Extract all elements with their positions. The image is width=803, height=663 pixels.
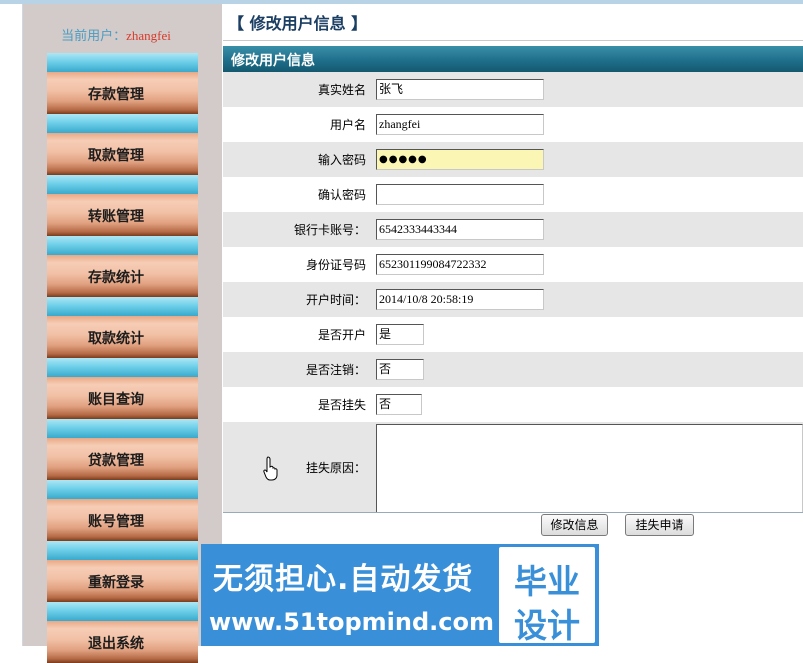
password-input[interactable]: ●●●●● (376, 149, 544, 170)
row-id-number: 身份证号码 652301199084722332 (223, 247, 803, 282)
confirm-password-label: 确认密码 (317, 188, 366, 202)
row-real-name: 真实姓名 张飞 (223, 72, 803, 107)
sidebar-item-label: 退出系统 (88, 636, 144, 652)
sidebar-item-label: 取款统计 (88, 331, 144, 347)
bank-card-input[interactable]: 6542333443344 (376, 219, 544, 240)
section-header: 修改用户信息 (223, 46, 803, 72)
sidebar-item-loan-management[interactable]: 贷款管理 (47, 419, 198, 480)
sidebar-item-label: 存款管理 (88, 87, 144, 103)
open-time-input[interactable]: 2014/10/8 20:58:19 (376, 289, 544, 310)
current-user-name: zhangfei (126, 28, 171, 43)
left-gutter (0, 4, 23, 646)
sidebar-item-label: 账号管理 (88, 514, 144, 530)
is-cancelled-label: 是否注销： (305, 363, 366, 377)
sidebar-item-label: 取款管理 (88, 148, 144, 164)
watermark-badge-line1: 毕业 (514, 562, 580, 601)
password-label: 输入密码 (317, 153, 366, 167)
real-name-label: 真实姓名 (317, 83, 366, 97)
row-bank-card: 银行卡账号： 6542333443344 (223, 212, 803, 247)
sidebar-item-deposit-management[interactable]: 存款管理 (47, 53, 198, 114)
is-reported-lost-label: 是否挂失 (317, 398, 366, 412)
section-header-label: 修改用户信息 (231, 53, 315, 69)
sidebar-item-withdraw-statistics[interactable]: 取款统计 (47, 297, 198, 358)
watermark-line1: 无须担心.自动发货 (213, 562, 474, 597)
is-cancelled-input[interactable]: 否 (376, 359, 424, 380)
current-user: 当前用户：zhangfei (23, 25, 209, 44)
sidebar-item-label: 存款统计 (88, 270, 144, 286)
sidebar-item-deposit-statistics[interactable]: 存款统计 (47, 236, 198, 297)
id-number-label: 身份证号码 (305, 258, 366, 272)
sidebar-item-account-management[interactable]: 账号管理 (47, 480, 198, 541)
watermark-badge-line2: 设计 (514, 606, 580, 645)
page-title: 【 修改用户信息 】 (228, 14, 368, 33)
sidebar-item-account-query[interactable]: 账目查询 (47, 358, 198, 419)
open-time-label: 开户时间： (305, 293, 366, 307)
id-number-input[interactable]: 652301199084722332 (376, 254, 544, 275)
bank-card-label: 银行卡账号： (293, 223, 366, 237)
watermark-badge: 毕业 设计 (499, 547, 595, 645)
hand-cursor-icon (263, 456, 278, 481)
loss-reason-label: 挂失原因： (305, 460, 366, 475)
modify-info-button[interactable]: 修改信息 (541, 514, 608, 536)
loss-reason-textarea[interactable] (376, 424, 803, 513)
sidebar-item-transfer-management[interactable]: 转账管理 (47, 175, 198, 236)
watermark-banner: 无须担心.自动发货 www.51topmind.com 毕业 设计 (201, 544, 599, 646)
real-name-input[interactable]: 张飞 (376, 79, 544, 100)
row-is-opened: 是否开户 是 (223, 317, 803, 352)
username-input[interactable]: zhangfei (376, 114, 544, 135)
is-reported-lost-input[interactable]: 否 (376, 394, 422, 415)
is-opened-label: 是否开户 (317, 328, 366, 342)
current-user-label: 当前用户： (61, 29, 127, 44)
sidebar-item-label: 贷款管理 (88, 453, 144, 469)
row-is-cancelled: 是否注销： 否 (223, 352, 803, 387)
confirm-password-input[interactable] (376, 184, 544, 205)
row-loss-reason: 挂失原因： (223, 422, 803, 513)
row-is-reported-lost: 是否挂失 否 (223, 387, 803, 422)
sidebar-item-label: 账目查询 (88, 392, 144, 408)
sidebar-item-logout[interactable]: 退出系统 (47, 602, 198, 663)
title-divider (223, 40, 803, 41)
sidebar-item-label: 转账管理 (88, 209, 144, 225)
username-label: 用户名 (329, 118, 366, 132)
row-open-time: 开户时间： 2014/10/8 20:58:19 (223, 282, 803, 317)
row-username: 用户名 zhangfei (223, 107, 803, 142)
sidebar-item-relogin[interactable]: 重新登录 (47, 541, 198, 602)
row-password: 输入密码 ●●●●● (223, 142, 803, 177)
sidebar-item-withdraw-management[interactable]: 取款管理 (47, 114, 198, 175)
report-loss-button[interactable]: 挂失申请 (625, 514, 694, 536)
is-opened-input[interactable]: 是 (376, 324, 424, 345)
watermark-url: www.51topmind.com (209, 608, 494, 636)
row-confirm-password: 确认密码 (223, 177, 803, 212)
sidebar-item-label: 重新登录 (88, 575, 144, 591)
form-bottom-border (223, 512, 803, 513)
